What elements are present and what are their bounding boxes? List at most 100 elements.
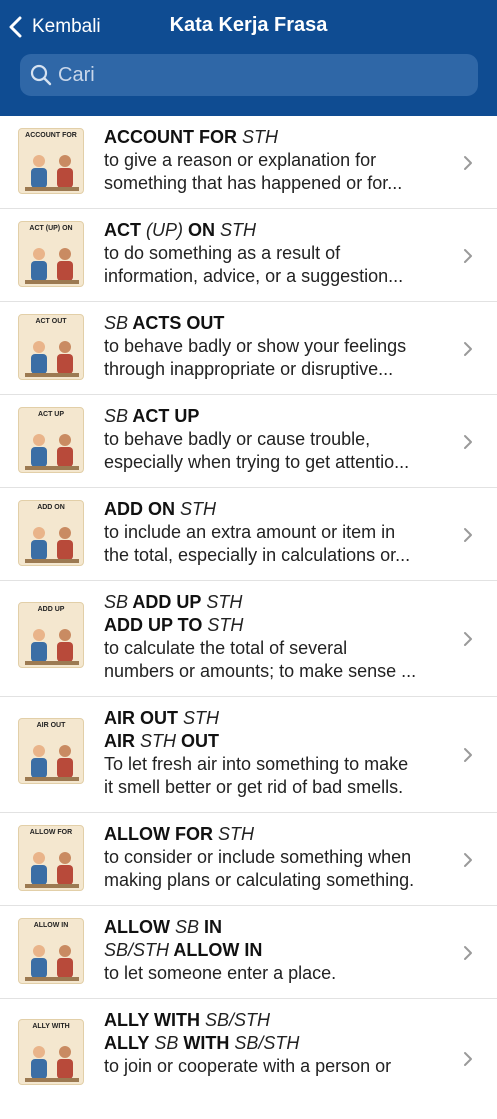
list-item[interactable]: ACT OUT SB ACTS OUT to behave badly or sho… <box>0 302 497 395</box>
entry-definition: something that has happened or for... <box>104 173 403 193</box>
entry-definition: to join or cooperate with a person or <box>104 1056 392 1076</box>
illustration-label: ACT OUT <box>35 318 67 325</box>
object-placeholder: STH <box>201 592 243 612</box>
list-item[interactable]: ACCOUNT FOR ACCOUNT FOR STH to give a reas… <box>0 116 497 209</box>
entry-headword: ACCOUNT FOR STH <box>104 126 452 149</box>
list-item[interactable]: ACT UP SB ACT UP to behave badly or cause … <box>0 395 497 488</box>
list-item[interactable]: ALLOW FOR ALLOW FOR STH to consider or inc… <box>0 813 497 906</box>
chevron-right-icon <box>464 155 472 170</box>
entry-text: SB ACTS OUT to behave badly or show your … <box>104 312 452 381</box>
entry-definition: to behave badly or cause trouble, <box>104 429 371 449</box>
entry-definition: it smell better or get rid of bad smells… <box>104 777 404 797</box>
illustration-label: ACT UP <box>37 411 65 418</box>
entry-definition: To let fresh air into something to make <box>104 754 409 774</box>
entry-headword: ALLOW SB IN <box>104 916 452 939</box>
object-placeholder: SB <box>104 313 129 333</box>
list-item[interactable]: AIR OUT AIR OUT STH AIR STH OUT To let fres… <box>0 697 497 813</box>
entry-definition: numbers or amounts; to make sense ... <box>104 661 417 681</box>
illustration-image: ACCOUNT FOR <box>18 128 84 194</box>
list-item[interactable]: ALLY WITH ALLY WITH SB/STH ALLY SB WITH SB… <box>0 999 497 1119</box>
entry-definition: to behave badly or show your feelings <box>104 336 407 356</box>
entry-headword: SB ADD UP STH <box>104 591 452 614</box>
illustration-label: ALLOW IN <box>33 922 69 929</box>
object-placeholder: STH <box>202 615 244 635</box>
list-item[interactable]: ADD ON ADD ON STH to include an extra amou… <box>0 488 497 581</box>
illustration-image: ACT OUT <box>18 314 84 380</box>
entry-definition: the total, especially in calculations or… <box>104 545 411 565</box>
phrasal-verb: ACCOUNT FOR <box>104 127 237 147</box>
illustration-image: ADD ON <box>18 500 84 566</box>
entry-headword: ALLY WITH SB/STH <box>104 1009 452 1032</box>
object-placeholder: SB <box>104 592 129 612</box>
phrasal-verb: ON <box>183 220 216 240</box>
object-placeholder: SB/STH <box>104 940 170 960</box>
illustration-image: ACT (UP) ON <box>18 221 84 287</box>
entry-definition: making plans or calculating something. <box>104 870 415 890</box>
entry-headword: ALLOW FOR STH <box>104 823 452 846</box>
chevron-right-icon <box>464 748 472 762</box>
phrasal-verb: AIR <box>104 731 135 751</box>
object-placeholder: SB/STH <box>200 1010 271 1030</box>
phrasal-verb: ALLOW FOR <box>104 824 213 844</box>
illustration-label: ACCOUNT FOR <box>25 132 77 139</box>
phrasal-verb: OUT <box>176 731 220 751</box>
illustration-image: ALLY WITH <box>18 1019 84 1085</box>
illustration-label: AIR OUT <box>36 722 66 729</box>
entry-definition: through inappropriate or disruptive... <box>104 359 394 379</box>
chevron-right-icon <box>464 527 472 542</box>
chevron-right-icon <box>464 248 472 263</box>
entry-definition: to include an extra amount or item in <box>104 522 396 542</box>
object-placeholder: (UP) <box>141 220 183 240</box>
phrasal-verb: ADD UP TO <box>104 615 203 635</box>
illustration-image: ALLOW IN <box>18 918 84 984</box>
phrasal-verb: ACT <box>104 220 141 240</box>
entry-text: ALLOW FOR STH to consider or include some… <box>104 823 452 892</box>
entry-headword: SB ACT UP <box>104 405 452 428</box>
nav-bar: Kembali Kata Kerja Frasa <box>0 0 497 116</box>
entry-headword: SB ACTS OUT <box>104 312 452 335</box>
illustration-image: ADD UP <box>18 602 84 668</box>
entry-text: SB ADD UP STH ADD UP TO STH to calculate t… <box>104 591 452 683</box>
entry-headword: AIR OUT STH <box>104 707 452 730</box>
phrasal-verb: ALLY WITH <box>104 1010 201 1030</box>
object-placeholder: STH <box>215 220 257 240</box>
chevron-right-icon <box>464 945 472 960</box>
illustration-image: ACT UP <box>18 407 84 473</box>
entry-definition: especially when trying to get attentio..… <box>104 452 410 472</box>
search-icon <box>30 64 52 86</box>
phrasal-verb: ALLOW IN <box>169 940 263 960</box>
phrasal-verb-list: ACCOUNT FOR ACCOUNT FOR STH to give a reas… <box>0 116 497 1119</box>
phrasal-verb: IN <box>199 917 223 937</box>
object-placeholder: SB/STH <box>229 1033 300 1053</box>
illustration-image: ALLOW FOR <box>18 825 84 891</box>
entry-definition: to calculate the total of several <box>104 638 348 658</box>
entry-headword: ALLY SB WITH SB/STH <box>104 1032 452 1055</box>
illustration-label: ALLY WITH <box>32 1023 70 1030</box>
entry-text: ALLY WITH SB/STH ALLY SB WITH SB/STH to jo… <box>104 1009 452 1078</box>
chevron-right-icon <box>464 341 472 356</box>
phrasal-verb: ACT UP <box>128 406 200 426</box>
chevron-right-icon <box>464 632 472 646</box>
phrasal-verb: ALLY <box>104 1033 150 1053</box>
entry-definition: to do something as a result of <box>104 243 341 263</box>
illustration-label: ACT (UP) ON <box>29 225 73 232</box>
entry-definition: to let someone enter a place. <box>104 963 337 983</box>
list-item[interactable]: ADD UP SB ADD UP STH ADD UP TO STH to calcu… <box>0 581 497 697</box>
search-bar[interactable] <box>20 54 478 96</box>
entry-headword: SB/STH ALLOW IN <box>104 939 452 962</box>
list-item[interactable]: ALLOW IN ALLOW SB IN SB/STH ALLOW IN to let… <box>0 906 497 999</box>
phrasal-verb: ALLOW <box>104 917 170 937</box>
phrasal-verb: ADD UP <box>128 592 202 612</box>
phrasal-verb: WITH <box>178 1033 230 1053</box>
illustration-label: ADD UP <box>37 606 65 613</box>
chevron-right-icon <box>464 852 472 867</box>
phrasal-verb: ACTS OUT <box>128 313 225 333</box>
illustration-image: AIR OUT <box>18 718 84 784</box>
search-input[interactable] <box>58 63 458 87</box>
entry-headword: ADD UP TO STH <box>104 614 452 637</box>
entry-definition: to consider or include something when <box>104 847 412 867</box>
illustration-label: ALLOW FOR <box>29 829 73 836</box>
chevron-right-icon <box>464 434 472 449</box>
entry-text: AIR OUT STH AIR STH OUT To let fresh air i… <box>104 707 452 799</box>
list-item[interactable]: ACT (UP) ON ACT (UP) ON STH to do somethin… <box>0 209 497 302</box>
